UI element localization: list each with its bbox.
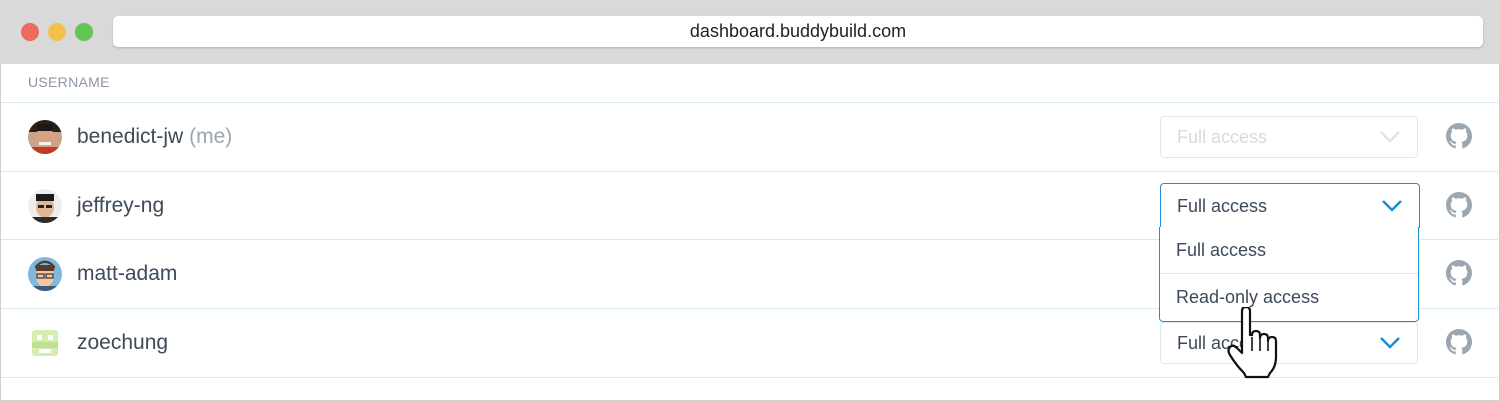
maximize-window-button[interactable] bbox=[75, 23, 93, 41]
github-icon[interactable] bbox=[1446, 329, 1472, 355]
close-window-button[interactable] bbox=[21, 23, 39, 41]
username: matt-adam bbox=[77, 262, 177, 286]
github-icon[interactable] bbox=[1446, 260, 1472, 286]
github-icon[interactable] bbox=[1446, 192, 1472, 218]
chevron-down-icon bbox=[1380, 131, 1400, 143]
avatar bbox=[28, 189, 62, 223]
access-select[interactable]: Full access bbox=[1160, 322, 1418, 364]
username: zoechung bbox=[77, 331, 168, 355]
hand-pointer-cursor bbox=[1227, 307, 1278, 379]
chevron-down-icon bbox=[1380, 337, 1400, 349]
dropdown-option-full-access[interactable]: Full access bbox=[1160, 227, 1418, 274]
address-bar[interactable]: dashboard.buddybuild.com bbox=[113, 16, 1483, 47]
username-text: jeffrey-ng bbox=[77, 194, 165, 217]
me-tag: (me) bbox=[189, 125, 233, 148]
avatar bbox=[28, 326, 62, 360]
github-icon[interactable] bbox=[1446, 123, 1472, 149]
browser-toolbar: dashboard.buddybuild.com bbox=[0, 0, 1500, 64]
browser-window: dashboard.buddybuild.com USERNAME benedi… bbox=[0, 0, 1500, 401]
access-dropdown-menu: Full access Read-only access bbox=[1159, 227, 1419, 322]
minimize-window-button[interactable] bbox=[48, 23, 66, 41]
url-text: dashboard.buddybuild.com bbox=[689, 21, 907, 41]
access-select-disabled: Full access bbox=[1160, 116, 1418, 158]
access-select[interactable]: Full access bbox=[1160, 183, 1420, 228]
column-header-username: USERNAME bbox=[28, 74, 110, 90]
avatar bbox=[28, 257, 62, 291]
avatar bbox=[28, 120, 62, 154]
access-select-value: Full access bbox=[1177, 196, 1268, 216]
username-text: benedict-jw bbox=[77, 125, 184, 148]
table-row: benedict-jw (me) Full access bbox=[1, 102, 1498, 171]
access-select-value: Full access bbox=[1177, 127, 1268, 147]
username: jeffrey-ng bbox=[77, 194, 164, 218]
chevron-down-icon bbox=[1382, 200, 1402, 212]
username-text: matt-adam bbox=[77, 262, 178, 285]
username-text: zoechung bbox=[77, 331, 169, 354]
dropdown-option-read-only-access[interactable]: Read-only access bbox=[1160, 274, 1418, 321]
username: benedict-jw (me) bbox=[77, 125, 232, 149]
